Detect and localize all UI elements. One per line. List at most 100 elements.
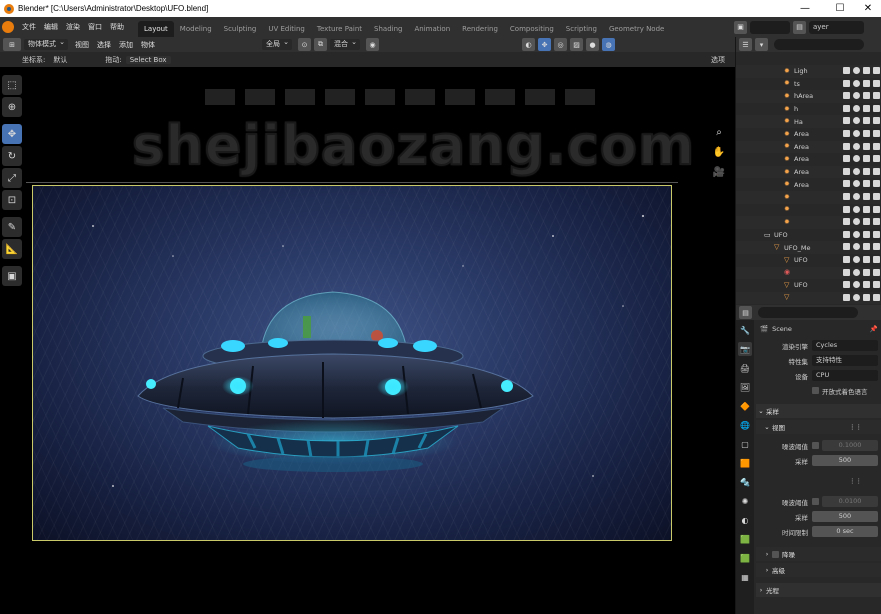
outliner-row[interactable]: ✹ Area bbox=[736, 153, 881, 166]
tab-texture-paint[interactable]: Texture Paint bbox=[311, 21, 368, 37]
add-cube-tool-icon[interactable]: ▣ bbox=[2, 266, 22, 286]
snap-icon[interactable]: ⧉ bbox=[314, 38, 327, 51]
camera-icon[interactable] bbox=[873, 79, 880, 87]
monitor-icon[interactable] bbox=[863, 218, 870, 226]
camera-icon[interactable] bbox=[873, 117, 880, 125]
pan-hand-icon[interactable]: ✋ bbox=[712, 147, 726, 161]
monitor-icon[interactable] bbox=[863, 129, 870, 137]
select-box-tool-icon[interactable]: ⬚ bbox=[2, 75, 22, 95]
monitor-icon[interactable] bbox=[863, 117, 870, 125]
monitor-icon[interactable] bbox=[863, 167, 870, 175]
camera-icon[interactable] bbox=[873, 129, 880, 137]
monitor-icon[interactable] bbox=[863, 281, 870, 289]
eye-icon[interactable] bbox=[853, 129, 860, 137]
select-arrow-icon[interactable] bbox=[843, 67, 850, 74]
tab-sculpting[interactable]: Sculpting bbox=[218, 21, 263, 37]
properties-search-input[interactable] bbox=[758, 307, 858, 318]
camera-icon[interactable] bbox=[873, 155, 880, 163]
outliner-search-input[interactable] bbox=[774, 39, 864, 50]
select-arrow-icon[interactable] bbox=[843, 243, 850, 251]
camera-icon[interactable] bbox=[873, 218, 880, 226]
outliner-row[interactable]: ✹ hArea bbox=[736, 90, 881, 103]
eye-icon[interactable] bbox=[853, 230, 860, 238]
eye-icon[interactable] bbox=[853, 293, 860, 301]
camera-icon[interactable] bbox=[873, 293, 880, 301]
camera-icon[interactable] bbox=[873, 230, 880, 238]
options-dropdown[interactable]: 选项 bbox=[707, 55, 729, 65]
constraints-tab-icon[interactable]: 🟩 bbox=[738, 532, 752, 546]
outliner-row[interactable]: ▽ UFO_Me bbox=[736, 241, 881, 254]
select-arrow-icon[interactable] bbox=[843, 218, 850, 226]
outliner-row[interactable]: ✹ Ha bbox=[736, 115, 881, 128]
outliner-row[interactable]: ◉ bbox=[736, 266, 881, 280]
monitor-icon[interactable] bbox=[863, 293, 870, 301]
sampling-section-header[interactable]: ⌄ 采样 bbox=[756, 404, 881, 418]
monitor-icon[interactable] bbox=[863, 79, 870, 87]
outliner-editor-icon[interactable]: ☰ bbox=[739, 38, 752, 51]
eye-icon[interactable] bbox=[853, 155, 860, 163]
menu-edit[interactable]: 编辑 bbox=[40, 22, 62, 32]
menu-object[interactable]: 物体 bbox=[137, 40, 159, 50]
camera-icon[interactable] bbox=[873, 92, 880, 100]
eye-icon[interactable] bbox=[853, 192, 860, 200]
monitor-icon[interactable] bbox=[863, 92, 870, 100]
zoom-icon[interactable]: ⌕ bbox=[712, 127, 726, 141]
select-arrow-icon[interactable] bbox=[843, 293, 850, 301]
select-arrow-icon[interactable] bbox=[843, 167, 850, 175]
transform-tool-icon[interactable]: ⊡ bbox=[2, 190, 22, 210]
maximize-button[interactable]: ☐ bbox=[825, 0, 855, 17]
render-tab-icon[interactable]: 📷 bbox=[738, 342, 752, 356]
select-arrow-icon[interactable] bbox=[843, 92, 850, 100]
outliner-row[interactable]: ✹ Ligh bbox=[736, 65, 881, 78]
camera-icon[interactable] bbox=[873, 205, 880, 213]
osl-checkbox[interactable] bbox=[812, 387, 819, 394]
light-paths-section[interactable]: › 光程 bbox=[756, 583, 881, 597]
monitor-icon[interactable] bbox=[863, 243, 870, 251]
tab-shading[interactable]: Shading bbox=[368, 21, 408, 37]
noise-threshold-checkbox[interactable] bbox=[812, 442, 819, 449]
outliner-row[interactable]: ✹ h bbox=[736, 103, 881, 116]
shading-rendered-icon[interactable]: ◍ bbox=[602, 38, 615, 51]
rotate-tool-icon[interactable]: ↻ bbox=[2, 146, 22, 166]
shading-solid-icon[interactable]: ● bbox=[586, 38, 599, 51]
outliner-row[interactable]: ▭ UFO bbox=[736, 229, 881, 242]
tab-geometry-nodes[interactable]: Geometry Node bbox=[603, 21, 670, 37]
proportional-edit-icon[interactable]: ◉ bbox=[366, 38, 379, 51]
outliner-row[interactable]: ✹ bbox=[736, 204, 881, 217]
select-arrow-icon[interactable] bbox=[843, 255, 850, 263]
outliner-row[interactable]: ✹ bbox=[736, 190, 881, 204]
monitor-icon[interactable] bbox=[863, 205, 870, 213]
select-arrow-icon[interactable] bbox=[843, 192, 850, 200]
view-layer-tab-icon[interactable]: 🖼 bbox=[738, 380, 752, 394]
menu-select[interactable]: 选择 bbox=[93, 40, 115, 50]
outliner-row[interactable]: ▽ bbox=[736, 291, 881, 305]
eye-icon[interactable] bbox=[853, 205, 860, 213]
menu-window[interactable]: 窗口 bbox=[84, 22, 106, 32]
particles-tab-icon[interactable]: ✺ bbox=[738, 494, 752, 508]
output-tab-icon[interactable]: 🖨 bbox=[738, 361, 752, 375]
gizmo-icon[interactable]: ✥ bbox=[538, 38, 551, 51]
physics-tab-icon[interactable]: ◐ bbox=[738, 513, 752, 527]
camera-icon[interactable] bbox=[873, 243, 880, 251]
tool-tab-icon[interactable]: 🔧 bbox=[738, 323, 752, 337]
eye-icon[interactable] bbox=[853, 218, 860, 226]
outliner-row[interactable]: ✹ Area bbox=[736, 178, 881, 191]
menu-render[interactable]: 渲染 bbox=[62, 22, 84, 32]
tab-modeling[interactable]: Modeling bbox=[174, 21, 218, 37]
filter-icon[interactable]: ▾ bbox=[755, 38, 768, 51]
monitor-icon[interactable] bbox=[863, 155, 870, 163]
data-tab-icon[interactable]: 🟩 bbox=[738, 551, 752, 565]
pivot-icon[interactable]: ⊙ bbox=[298, 38, 311, 51]
device-dropdown[interactable]: CPU bbox=[812, 370, 878, 381]
select-arrow-icon[interactable] bbox=[843, 281, 850, 289]
menu-add[interactable]: 添加 bbox=[115, 40, 137, 50]
modifier-tab-icon[interactable]: 🔩 bbox=[738, 475, 752, 489]
camera-icon[interactable] bbox=[873, 268, 880, 276]
menu-view[interactable]: 视图 bbox=[71, 40, 93, 50]
eye-icon[interactable] bbox=[853, 142, 860, 150]
camera-icon[interactable] bbox=[873, 180, 880, 188]
move-tool-icon[interactable]: ✥ bbox=[2, 124, 22, 144]
camera-icon[interactable] bbox=[873, 104, 880, 112]
eye-icon[interactable] bbox=[853, 243, 860, 251]
feature-set-dropdown[interactable]: 支持特性 bbox=[812, 355, 878, 366]
